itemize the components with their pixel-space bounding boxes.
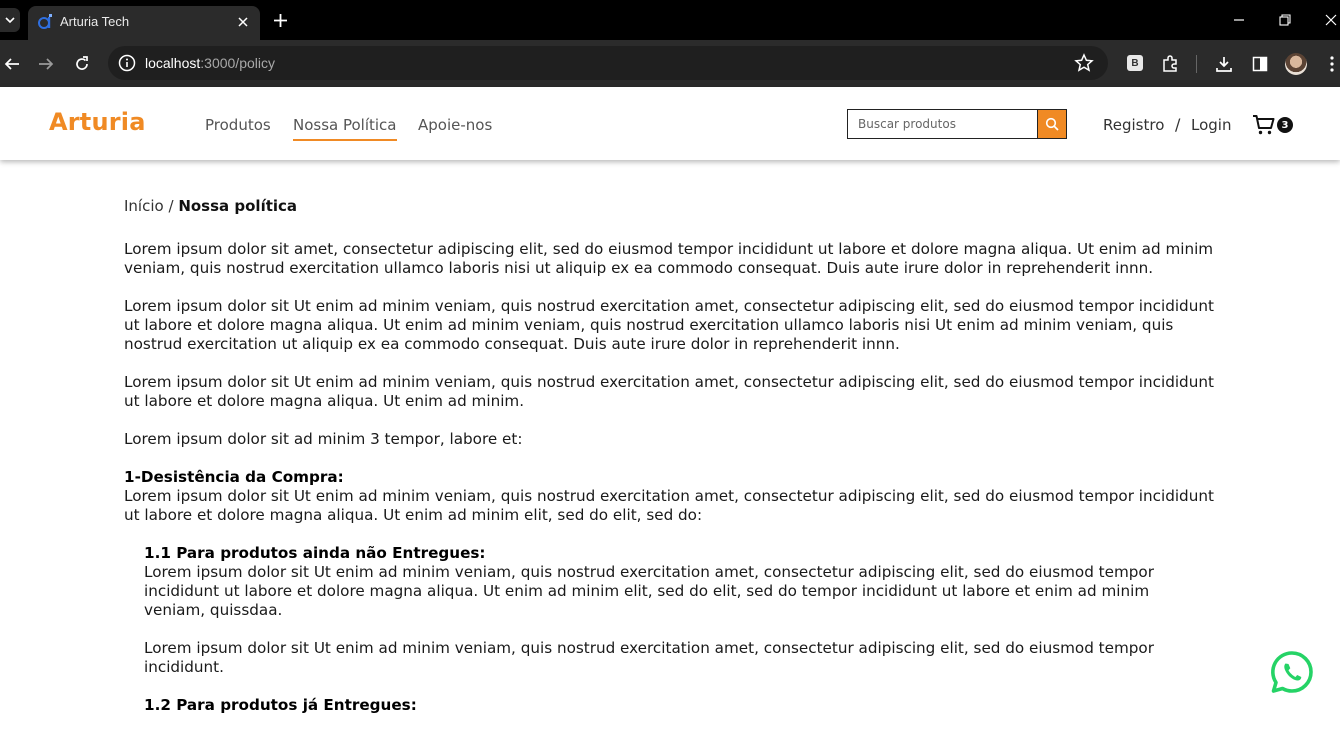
policy-content: Início / Nossa política Lorem ipsum dolo… bbox=[124, 197, 1214, 715]
subsection-title: 1.1 Para produtos ainda não Entregues: bbox=[144, 544, 486, 562]
subsection-text: Lorem ipsum dolor sit Ut enim ad minim v… bbox=[144, 639, 1154, 676]
reload-icon[interactable] bbox=[70, 52, 94, 76]
search-input[interactable] bbox=[848, 110, 1038, 138]
tab-search-button[interactable] bbox=[0, 8, 20, 32]
url-text[interactable]: localhost:3000/policy bbox=[145, 55, 275, 71]
tab-title: Arturia Tech bbox=[60, 14, 130, 29]
section-title: 1-Desistência da Compra: bbox=[124, 468, 344, 486]
extension-b-icon[interactable]: B bbox=[1127, 55, 1143, 71]
site-header: Arturia Produtos Nossa Política Apoie-no… bbox=[0, 87, 1340, 160]
site-info-icon[interactable] bbox=[118, 54, 136, 72]
back-arrow-icon[interactable] bbox=[0, 52, 24, 76]
restore-window-icon[interactable] bbox=[1275, 10, 1295, 30]
cart-count-badge: 3 bbox=[1277, 117, 1293, 133]
nav-apoie-nos[interactable]: Apoie-nos bbox=[418, 116, 492, 134]
chevron-down-icon bbox=[5, 17, 15, 24]
subsection-nao-entregues: 1.1 Para produtos ainda não Entregues: L… bbox=[124, 544, 1214, 715]
section-text: Lorem ipsum dolor sit Ut enim ad minim v… bbox=[124, 487, 1214, 524]
url-host: localhost bbox=[145, 55, 201, 71]
policy-paragraph: Lorem ipsum dolor sit Ut enim ad minim v… bbox=[124, 297, 1214, 353]
close-tab-icon[interactable] bbox=[234, 13, 252, 31]
site-logo[interactable]: Arturia bbox=[49, 108, 146, 136]
address-bar[interactable]: localhost:3000/policy bbox=[108, 46, 1108, 80]
auth-separator: / bbox=[1175, 115, 1181, 134]
policy-paragraph: Lorem ipsum dolor sit amet, consectetur … bbox=[124, 240, 1214, 277]
toolbar-divider bbox=[1196, 55, 1197, 73]
extensions-puzzle-icon[interactable] bbox=[1158, 52, 1182, 76]
new-tab-plus-icon[interactable] bbox=[270, 10, 290, 30]
search-box bbox=[847, 109, 1039, 139]
arturia-favicon-icon bbox=[38, 14, 52, 29]
login-link[interactable]: Login bbox=[1191, 116, 1231, 134]
kebab-menu-icon[interactable] bbox=[1320, 52, 1340, 76]
profile-avatar[interactable] bbox=[1285, 53, 1307, 75]
search-icon bbox=[1045, 117, 1059, 131]
nav-produtos[interactable]: Produtos bbox=[205, 116, 271, 134]
bookmark-star-icon[interactable] bbox=[1074, 53, 1094, 73]
breadcrumb-home-link[interactable]: Início bbox=[124, 197, 164, 215]
policy-paragraph: Lorem ipsum dolor sit Ut enim ad minim v… bbox=[124, 373, 1214, 410]
section-desistencia: 1-Desistência da Compra: Lorem ipsum dol… bbox=[124, 468, 1214, 525]
close-window-icon[interactable] bbox=[1321, 10, 1340, 30]
shopping-cart-icon[interactable] bbox=[1252, 114, 1276, 136]
minimize-icon[interactable] bbox=[1229, 10, 1249, 30]
register-link[interactable]: Registro bbox=[1103, 116, 1164, 134]
subsection-text: Lorem ipsum dolor sit Ut enim ad minim v… bbox=[144, 563, 1154, 619]
url-path: :3000/policy bbox=[200, 55, 275, 71]
browser-tab-active[interactable]: Arturia Tech bbox=[28, 6, 260, 40]
side-panel-icon[interactable] bbox=[1248, 52, 1272, 76]
policy-paragraph: Lorem ipsum dolor sit ad minim 3 tempor,… bbox=[124, 430, 523, 448]
subsection-title: 1.2 Para produtos já Entregues: bbox=[144, 696, 417, 714]
nav-nossa-politica[interactable]: Nossa Política bbox=[293, 116, 397, 141]
breadcrumb-separator: / bbox=[168, 197, 174, 215]
whatsapp-icon[interactable] bbox=[1270, 650, 1314, 694]
forward-arrow-icon[interactable] bbox=[34, 52, 58, 76]
search-button[interactable] bbox=[1037, 109, 1067, 139]
breadcrumb: Início / Nossa política bbox=[124, 197, 1214, 216]
download-icon[interactable] bbox=[1212, 52, 1236, 76]
browser-toolbar: localhost:3000/policy B bbox=[0, 40, 1340, 87]
breadcrumb-current: Nossa política bbox=[178, 197, 298, 215]
browser-tab-bar: Arturia Tech bbox=[0, 0, 1340, 40]
